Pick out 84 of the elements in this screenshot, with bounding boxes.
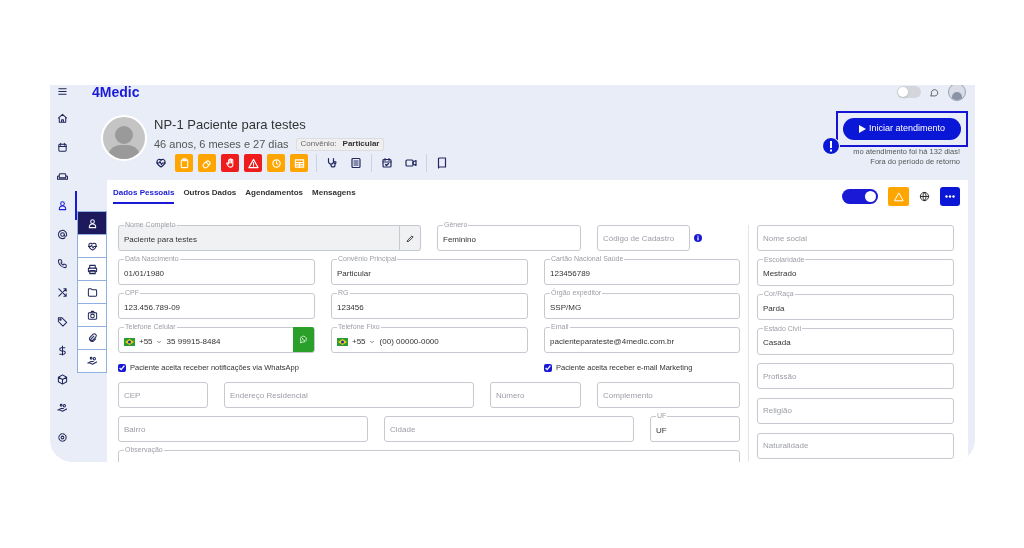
caret-icon: [368, 338, 375, 345]
hand-coins-icon: [57, 403, 68, 414]
calendar-icon: [57, 142, 68, 153]
user-icon: [86, 217, 98, 229]
paperclip-tab[interactable]: [77, 326, 107, 350]
input-field[interactable]: Código de Cadastro: [597, 225, 690, 251]
tab[interactable]: Agendamentos: [245, 188, 304, 204]
patient-name: NP-1 Paciente para testes: [154, 117, 307, 133]
phone-icon: [57, 258, 68, 269]
warning-button[interactable]: [244, 154, 262, 172]
printer-icon: [86, 263, 98, 275]
hand-coins-icon: [86, 355, 98, 367]
edit-button[interactable]: [400, 225, 421, 251]
warning-icon: [893, 191, 904, 202]
stethoscope-icon: [326, 157, 338, 169]
shuffle-icon: [57, 287, 68, 298]
pill-icon: [201, 157, 213, 169]
history-icon: [270, 157, 282, 169]
plan-label: Convênio:: [300, 138, 337, 150]
hand-icon: [224, 157, 236, 169]
settings-icon: [57, 432, 68, 443]
table-icon: [293, 157, 305, 169]
warning-icon: [247, 157, 259, 169]
sofa-icon: [57, 171, 68, 182]
patient-avatar: [101, 115, 147, 161]
tag-icon: [57, 316, 68, 327]
dollar-icon: [57, 345, 68, 356]
camera-icon: [86, 309, 98, 321]
input-field[interactable]: Complemento: [597, 382, 740, 408]
hand-button[interactable]: [221, 154, 239, 172]
clipboard-icon: [178, 157, 190, 169]
tab[interactable]: Dados Pessoais: [113, 188, 175, 204]
book-icon: [436, 157, 448, 169]
more-button[interactable]: [940, 187, 960, 206]
start-button[interactable]: Iniciar atendimento: [843, 118, 961, 140]
book-button[interactable]: [435, 154, 449, 172]
camera-tab[interactable]: [77, 303, 107, 327]
info-icon[interactable]: [694, 234, 702, 242]
plan-value: Particular: [342, 138, 380, 150]
at-sign-icon: [57, 229, 68, 240]
input-field[interactable]: Profissão: [757, 363, 954, 390]
input-field[interactable]: Cidade: [384, 416, 634, 442]
toggle-switch[interactable]: [897, 86, 921, 98]
input-field[interactable]: Número: [490, 382, 581, 408]
list-icon: [350, 157, 362, 169]
input-field[interactable]: Endereço Residencial: [224, 382, 474, 408]
checkbox[interactable]: [118, 363, 126, 372]
folder-tab[interactable]: [77, 280, 107, 304]
printer-tab[interactable]: [77, 257, 107, 281]
input-field[interactable]: Nome social: [757, 225, 954, 251]
toggle-switch[interactable]: [842, 189, 878, 204]
hand-coins-tab[interactable]: [77, 349, 107, 373]
input-field[interactable]: CEP: [118, 382, 208, 408]
globe-icon: [919, 191, 930, 202]
avatar-icon[interactable]: [948, 85, 966, 101]
whatsapp-icon: [299, 335, 308, 344]
checkbox[interactable]: [544, 363, 552, 372]
paperclip-icon: [86, 332, 98, 344]
menu-icon: [57, 86, 68, 97]
heart-pulse-icon: [86, 240, 98, 252]
chat-icon: [929, 86, 940, 98]
play-icon: [858, 125, 866, 133]
folder-icon: [86, 286, 98, 298]
clipboard-button[interactable]: [175, 154, 193, 172]
input-field[interactable]: Religião: [757, 397, 954, 424]
user-tab[interactable]: [77, 211, 107, 235]
flag-icon: [124, 337, 135, 346]
tab[interactable]: Outros Dados: [183, 188, 237, 204]
flag-icon: [337, 337, 348, 346]
input-field[interactable]: Bairro: [118, 416, 368, 442]
heart-pulse-icon: [155, 157, 167, 169]
pencil-icon: [405, 233, 415, 243]
video-icon: [405, 157, 417, 169]
input-field[interactable]: Naturalidade: [757, 432, 954, 459]
heart-pulse-tab[interactable]: [77, 234, 107, 258]
app-logo: 4Medic: [92, 85, 140, 99]
calendar-check-icon: [381, 157, 393, 169]
tab[interactable]: Mensagens: [312, 188, 356, 204]
box-icon: [57, 374, 68, 385]
patient-age: 46 anos, 6 meses e 27 dias: [154, 137, 289, 151]
caret-icon: [155, 338, 162, 345]
more-icon: [945, 195, 955, 198]
user-icon: [57, 200, 68, 211]
home-icon: [57, 113, 68, 124]
